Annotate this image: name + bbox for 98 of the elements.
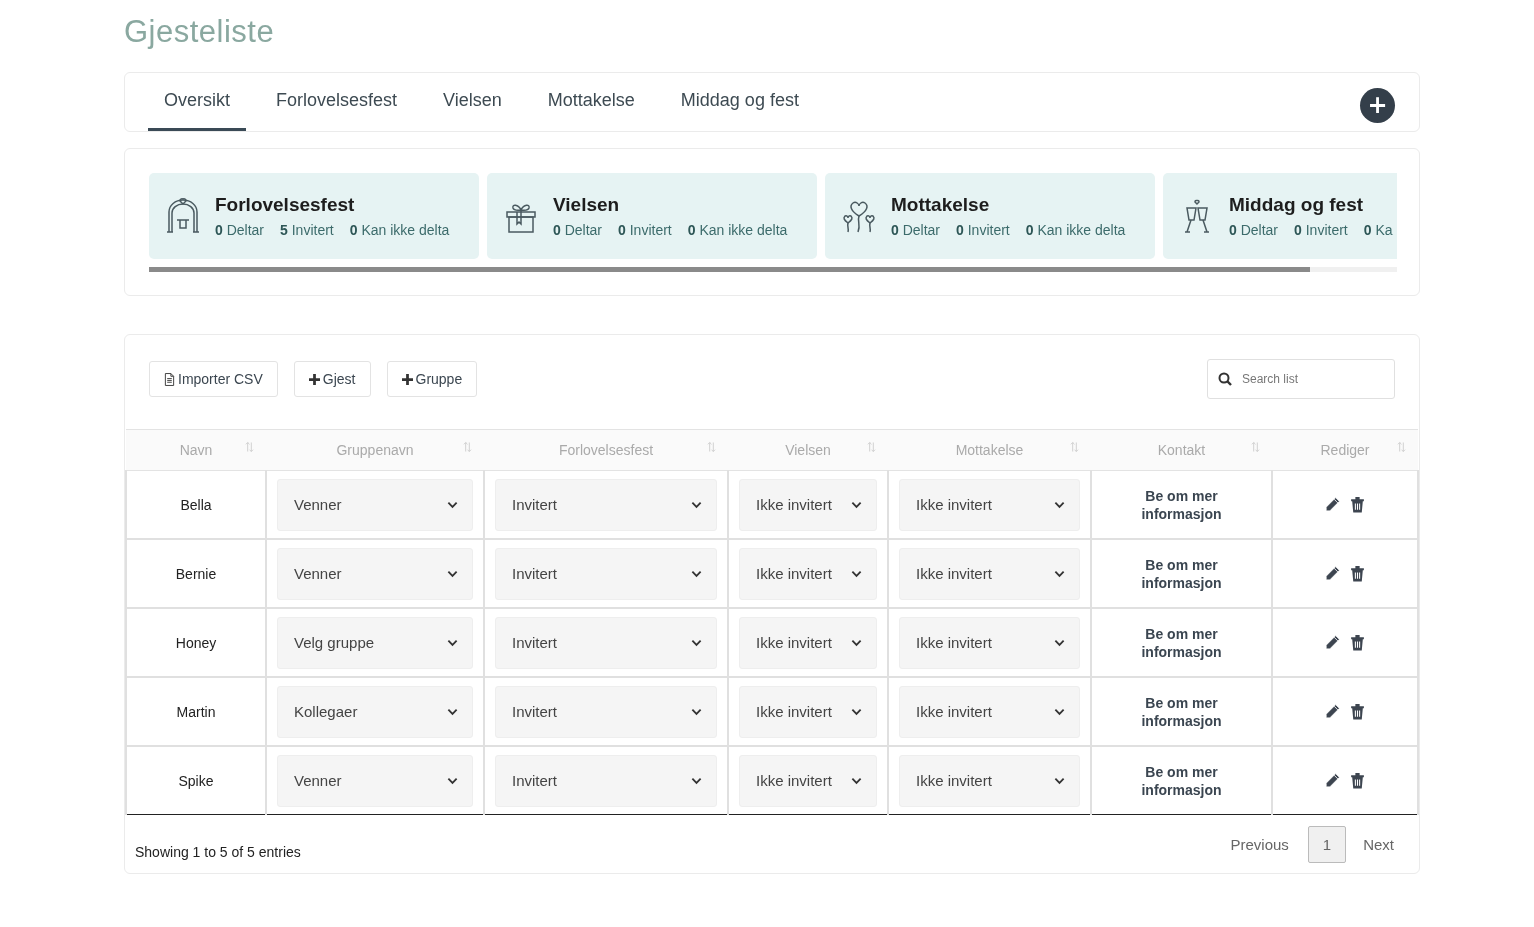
trash-icon[interactable] <box>1349 703 1366 721</box>
dropdown[interactable]: Invitert <box>495 616 717 669</box>
event-stat: 0 Invitert <box>956 222 1010 238</box>
chevron-icon <box>1054 500 1065 509</box>
search-field[interactable]: Search list <box>1207 359 1395 399</box>
chevron-icon <box>691 638 702 647</box>
dropdown[interactable]: Ikke invitert <box>899 685 1080 738</box>
table-cell: Bella <box>126 470 266 539</box>
event-title: Forlovelsesfest <box>215 194 356 216</box>
edit-icon[interactable] <box>1324 634 1341 652</box>
sort-icon <box>1251 441 1260 453</box>
add-tab-button[interactable]: + <box>1360 87 1395 123</box>
plus-icon <box>401 372 413 386</box>
tab[interactable]: Vielsen <box>427 90 518 131</box>
table-cell: Martin <box>126 677 266 746</box>
next-button[interactable]: Next <box>1346 825 1409 863</box>
event-stat: 0 Kan ikke delta <box>1025 222 1126 238</box>
dropdown[interactable]: Venner <box>277 754 473 807</box>
dropdown[interactable]: Ikke invitert <box>739 547 877 600</box>
chevron-icon <box>447 638 458 647</box>
event-stat: 0 Kan ikke delta <box>349 222 450 238</box>
scrollbar[interactable] <box>149 267 1397 272</box>
sort-icon <box>707 441 716 453</box>
document-icon <box>164 372 175 386</box>
dropdown[interactable]: Ikke invitert <box>739 685 877 738</box>
chevron-icon <box>1054 776 1065 785</box>
dropdown[interactable]: Ikke invitert <box>739 754 877 807</box>
chevron-icon <box>691 569 702 578</box>
event-title: Vielsen <box>553 194 621 216</box>
dropdown[interactable]: Venner <box>277 478 473 531</box>
chevron-icon <box>851 776 862 785</box>
event-stat: 0 Deltar <box>215 222 265 238</box>
add-button[interactable]: Gruppe <box>386 361 478 397</box>
event-stat: 5 Invitert <box>280 222 334 238</box>
page-title: Gjesteliste <box>124 14 276 50</box>
edit-icon[interactable] <box>1324 703 1341 721</box>
edit-icon[interactable] <box>1324 772 1341 790</box>
trash-icon[interactable] <box>1349 565 1366 583</box>
import-button[interactable]: Importer CSV <box>149 361 278 397</box>
chevron-icon <box>447 500 458 509</box>
chevron-icon <box>851 707 862 716</box>
trash-icon[interactable] <box>1349 496 1366 514</box>
event-stat: 0 Kan ikke delta <box>687 222 788 238</box>
event-stat: 0 Invitert <box>618 222 672 238</box>
dropdown[interactable]: Ikke invitert <box>899 616 1080 669</box>
sort-icon <box>1397 441 1406 453</box>
chevron-icon <box>691 500 702 509</box>
event-stat: 0 Deltar <box>1229 222 1279 238</box>
chevron-icon <box>447 707 458 716</box>
add-button[interactable]: Gjest <box>293 361 371 397</box>
event-stat: 0 Deltar <box>891 222 941 238</box>
chevron-icon <box>447 776 458 785</box>
chevron-icon <box>1054 569 1065 578</box>
dropdown[interactable]: Ikke invitert <box>899 754 1080 807</box>
sort-icon <box>1070 441 1079 453</box>
dropdown[interactable]: Ikke invitert <box>899 547 1080 600</box>
dropdown[interactable]: Invitert <box>495 754 717 807</box>
dropdown[interactable]: Ikke invitert <box>739 616 877 669</box>
chevron-icon <box>1054 638 1065 647</box>
dropdown[interactable]: Invitert <box>495 478 717 531</box>
event-stat: 0 Deltar <box>553 222 603 238</box>
dropdown[interactable]: Velg gruppe <box>277 616 473 669</box>
edit-icon[interactable] <box>1324 496 1341 514</box>
table-cell: Spike <box>126 746 266 815</box>
chevron-icon <box>851 569 862 578</box>
trash-icon[interactable] <box>1349 772 1366 790</box>
tab[interactable]: Middag og fest <box>664 90 815 131</box>
chevron-icon <box>851 500 862 509</box>
dropdown[interactable]: Invitert <box>495 685 717 738</box>
table-cell: Bernie <box>126 539 266 608</box>
entries-info: Showing 1 to 5 of 5 entries <box>135 844 301 860</box>
event-title: Mottakelse <box>891 194 991 216</box>
dropdown[interactable]: Kollegaer <box>277 685 473 738</box>
chevron-icon <box>1054 707 1065 716</box>
sort-icon <box>463 441 472 453</box>
tab[interactable]: Mottakelse <box>531 90 651 131</box>
chevron-icon <box>691 707 702 716</box>
previous-button[interactable]: Previous <box>1215 825 1308 863</box>
chevron-icon <box>851 638 862 647</box>
chevron-icon <box>691 776 702 785</box>
sort-icon <box>867 441 876 453</box>
dropdown[interactable]: Venner <box>277 547 473 600</box>
event-title: Middag og fest <box>1229 194 1365 216</box>
plus-icon <box>308 372 320 386</box>
page-button[interactable]: 1 <box>1307 825 1347 863</box>
dropdown[interactable]: Invitert <box>495 547 717 600</box>
trash-icon[interactable] <box>1349 634 1366 652</box>
chevron-icon <box>447 569 458 578</box>
dropdown[interactable]: Ikke invitert <box>899 478 1080 531</box>
dropdown[interactable]: Ikke invitert <box>739 478 877 531</box>
search-icon <box>1218 372 1232 386</box>
event-stat: 0 Ka <box>1363 222 1393 238</box>
table-cell: Honey <box>126 608 266 677</box>
tab[interactable]: Oversikt <box>148 90 246 131</box>
event-stat: 0 Invitert <box>1294 222 1348 238</box>
edit-icon[interactable] <box>1324 565 1341 583</box>
sort-icon <box>245 441 254 453</box>
tab[interactable]: Forlovelsesfest <box>260 90 414 131</box>
